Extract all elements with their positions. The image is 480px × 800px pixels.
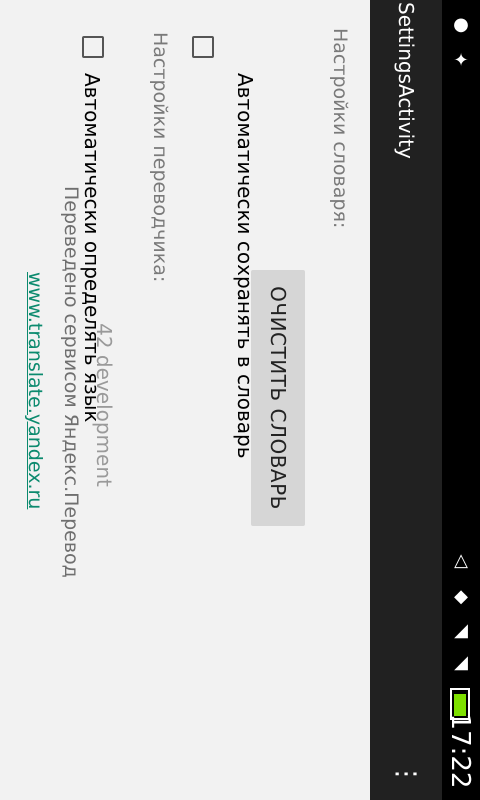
section-title-dictionary: Настройки словаря:: [329, 28, 351, 229]
app-title: SettingsActivity: [394, 2, 418, 159]
clear-dictionary-label: ОЧИСТИТЬ СЛОВАРЬ: [266, 286, 290, 510]
overflow-menu-icon[interactable]: ⋮: [391, 760, 421, 788]
section-title-translator: Настройки переводчика:: [149, 32, 171, 283]
clock: 17:22: [445, 713, 475, 789]
status-bar: ● ✦ △ ◆ ◢ ◢: [442, 0, 480, 800]
developer-credit: 42 development: [92, 323, 116, 487]
checkbox-autodetect[interactable]: [82, 36, 104, 58]
checkbox-autosave[interactable]: [192, 36, 214, 58]
yandex-attribution: Переведено сервисом Яндекс.Перевод: [60, 186, 82, 578]
signal-icon: ◢: [454, 652, 468, 673]
wifi-icon: ◆: [454, 586, 468, 607]
yandex-link[interactable]: www.translate.yandex.ru: [23, 272, 47, 526]
android-icon: ●: [453, 14, 469, 35]
android-debug-icon: ✦: [453, 50, 469, 71]
alarm-icon: △: [454, 550, 468, 571]
signal-icon: ◢: [454, 620, 468, 641]
